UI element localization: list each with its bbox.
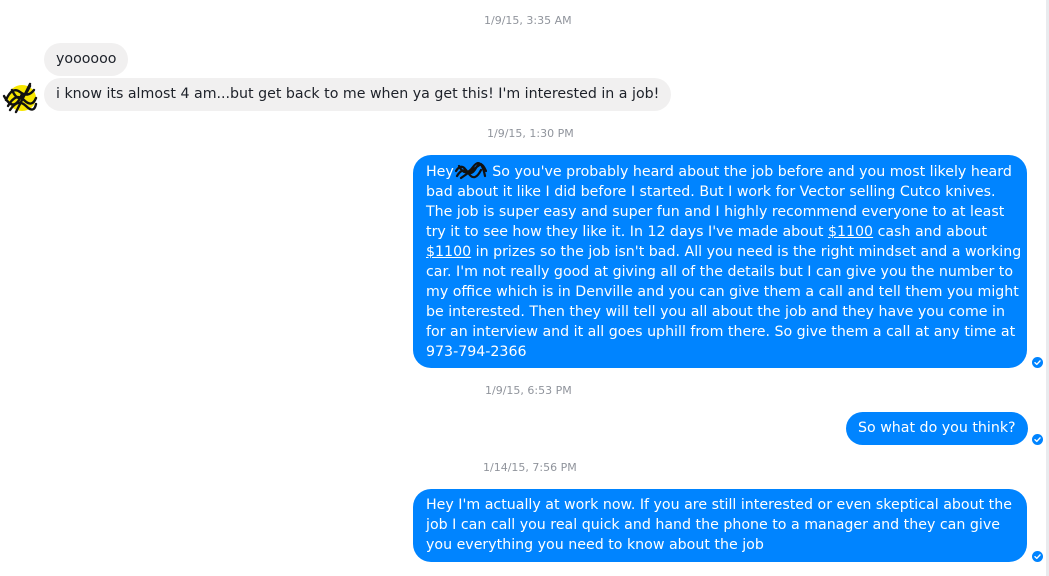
message-line: you everything you need to know about th…: [426, 537, 764, 553]
message-line-text: try it to see how they like it. In 12 da…: [426, 224, 828, 240]
message-line: Hey I'm actually at work now. If you are…: [426, 497, 1012, 513]
outgoing-message[interactable]: Hey I'm actually at work now. If you are…: [413, 489, 1027, 562]
redacted-name-scribble-icon: [454, 162, 487, 180]
read-receipt-check-icon: [1032, 357, 1043, 368]
timestamp: 1/14/15, 7:56 PM: [483, 461, 577, 474]
message-line: job I can call you real quick and hand t…: [426, 517, 1000, 533]
timestamp: 1/9/15, 6:53 PM: [485, 384, 572, 397]
message-line: car. I'm not really good at giving all o…: [426, 264, 1014, 280]
incoming-message[interactable]: yoooooo: [44, 43, 129, 76]
message-line: my office which is in Denville and you c…: [426, 284, 1019, 300]
message-line: $1100 in prizes so the job isn't bad. Al…: [426, 242, 1021, 262]
message-line-text: So you've probably heard about the job b…: [487, 164, 1012, 180]
greeting-text: Hey: [426, 164, 454, 180]
amount-link[interactable]: $1100: [828, 224, 873, 240]
message-line: bad about it like I did before I started…: [426, 184, 996, 200]
message-line-text: cash and about: [873, 224, 988, 240]
message-line: Hey So you've probably heard about the j…: [426, 162, 1015, 182]
incoming-message-text: yoooooo: [56, 51, 117, 67]
avatar-scribble-icon[interactable]: [0, 78, 40, 118]
incoming-message-text: i know its almost 4 am...but get back to…: [56, 86, 660, 102]
outgoing-message[interactable]: Hey So you've probably heard about the j…: [413, 155, 1027, 368]
timestamp: 1/9/15, 1:30 PM: [487, 127, 574, 140]
timestamp: 1/9/15, 3:35 AM: [484, 14, 572, 27]
outgoing-message[interactable]: So what do you think?: [846, 412, 1028, 445]
incoming-message[interactable]: i know its almost 4 am...but get back to…: [44, 78, 672, 111]
message-line: try it to see how they like it. In 12 da…: [426, 222, 1015, 242]
message-line: 973-794-2366: [426, 344, 527, 360]
amount-link[interactable]: $1100: [426, 244, 471, 260]
read-receipt-check-icon: [1032, 551, 1043, 562]
read-receipt-check-icon: [1032, 434, 1043, 445]
message-line: for an interview and it all goes uphill …: [426, 324, 1016, 340]
outgoing-message-text: So what do you think?: [858, 420, 1016, 436]
message-line: be interested. Then they will tell you a…: [426, 304, 1005, 320]
message-line-text: in prizes so the job isn't bad. All you …: [471, 244, 1022, 260]
message-line: The job is super easy and super fun and …: [426, 204, 1005, 220]
